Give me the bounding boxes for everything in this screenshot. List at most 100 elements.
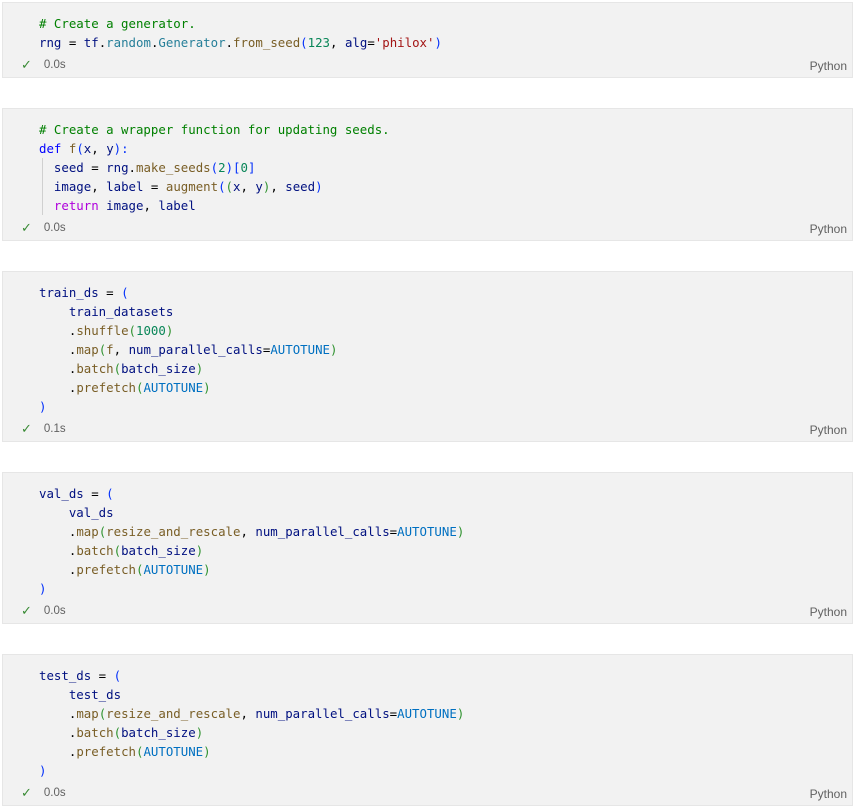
code-token: .: [39, 323, 77, 338]
code-token: ,: [240, 706, 256, 721]
code-cell-1[interactable]: # Create a generator. rng = tf.random.Gen…: [2, 2, 853, 78]
code-token: (: [113, 361, 122, 376]
code-token: ): [39, 763, 47, 778]
code-token: (: [113, 725, 122, 740]
code-token: .: [128, 160, 137, 175]
code-token: (: [106, 486, 114, 501]
code-token: ]: [247, 160, 256, 175]
code-token: batch: [76, 543, 114, 558]
code-line: .prefetch(AUTOTUNE): [39, 560, 464, 579]
code-token: # Create a generator.: [39, 16, 196, 31]
language-label[interactable]: Python: [810, 787, 847, 801]
code-token: num_parallel_calls: [128, 342, 263, 357]
code-token: 'philox': [374, 35, 435, 50]
cell-status: ✓ 0.1s: [21, 421, 66, 437]
code-token: tf: [83, 35, 99, 50]
code-token: ,: [91, 179, 107, 194]
code-token: ): [195, 725, 204, 740]
language-label[interactable]: Python: [810, 59, 847, 73]
language-label[interactable]: Python: [810, 423, 847, 437]
code-token: =: [389, 706, 398, 721]
cell-code[interactable]: # Create a wrapper function for updating…: [39, 120, 390, 215]
code-token: def: [39, 141, 62, 156]
code-line: .batch(batch_size): [39, 723, 464, 742]
code-token: .: [39, 744, 77, 759]
code-token: .: [39, 706, 77, 721]
code-token: rng: [39, 35, 62, 50]
cell-code[interactable]: train_ds = ( train_datasets .shuffle(100…: [39, 283, 337, 416]
cell-code[interactable]: # Create a generator. rng = tf.random.Gen…: [39, 14, 442, 52]
code-token: .: [39, 543, 77, 558]
code-token: resize_and_rescale: [106, 706, 241, 721]
code-line: test_ds = (: [39, 666, 464, 685]
code-line: seed = rng.make_seeds(2)[0]: [39, 158, 390, 177]
code-token: AUTOTUNE: [143, 744, 204, 759]
code-token: AUTOTUNE: [143, 562, 204, 577]
code-token: .: [39, 380, 77, 395]
code-token: prefetch: [76, 380, 136, 395]
code-token: image: [53, 179, 92, 194]
code-line: # Create a wrapper function for updating…: [39, 120, 390, 139]
code-cell-2[interactable]: # Create a wrapper function for updating…: [2, 108, 853, 241]
execution-time: 0.0s: [43, 222, 66, 234]
cell-code[interactable]: test_ds = ( test_ds .map(resize_and_resc…: [39, 666, 464, 780]
code-line: ): [39, 579, 464, 598]
language-label[interactable]: Python: [810, 222, 847, 236]
checkmark-icon: ✓: [21, 57, 32, 72]
code-cell-5[interactable]: test_ds = ( test_ds .map(resize_and_resc…: [2, 654, 853, 806]
code-token: resize_and_rescale: [106, 524, 241, 539]
code-token: 123: [307, 35, 331, 50]
code-line: .shuffle(1000): [39, 321, 337, 340]
code-cell-4[interactable]: val_ds = ( val_ds .map(resize_and_rescal…: [2, 472, 853, 624]
code-line: def f(x, y):: [39, 139, 390, 158]
checkmark-icon: ✓: [21, 603, 32, 618]
code-token: f: [106, 342, 114, 357]
code-token: ,: [240, 179, 256, 194]
code-token: batch_size: [121, 361, 196, 376]
code-line: .batch(batch_size): [39, 359, 337, 378]
code-token: ): [203, 744, 211, 759]
code-token: (: [210, 160, 219, 175]
code-token: label: [158, 198, 196, 213]
code-token: # Create a wrapper function for updating…: [39, 122, 390, 137]
code-token: .: [39, 524, 77, 539]
code-token: train_ds: [39, 285, 99, 300]
code-token: augment: [165, 179, 219, 194]
code-line: .map(resize_and_rescale, num_parallel_ca…: [39, 704, 464, 723]
code-token: ,: [143, 198, 159, 213]
code-line: test_ds: [39, 685, 464, 704]
code-token: test_ds: [68, 687, 122, 702]
code-token: AUTOTUNE: [143, 380, 204, 395]
code-token: =: [91, 668, 114, 683]
checkmark-icon: ✓: [21, 785, 32, 800]
language-label[interactable]: Python: [810, 605, 847, 619]
code-line: ): [39, 397, 337, 416]
code-token: prefetch: [76, 744, 136, 759]
code-token: map: [76, 524, 99, 539]
code-token: shuffle: [76, 323, 129, 338]
code-line: .map(resize_and_rescale, num_parallel_ca…: [39, 522, 464, 541]
code-token: test_ds: [39, 668, 92, 683]
cell-code[interactable]: val_ds = ( val_ds .map(resize_and_rescal…: [39, 484, 464, 598]
code-token: batch: [76, 725, 114, 740]
code-token: Generator: [158, 35, 226, 50]
code-token: seed: [285, 179, 316, 194]
code-token: ): [456, 706, 465, 721]
code-token: [: [233, 160, 241, 175]
code-token: 1000: [136, 323, 166, 338]
cell-status: ✓ 0.0s: [21, 603, 66, 619]
code-token: y: [255, 179, 263, 194]
code-line: val_ds: [39, 503, 464, 522]
code-token: ): [165, 323, 174, 338]
code-token: =: [367, 35, 375, 50]
code-cell-3[interactable]: train_ds = ( train_datasets .shuffle(100…: [2, 271, 853, 442]
code-token: image: [106, 198, 144, 213]
code-token: y: [106, 141, 114, 156]
code-token: random: [106, 35, 151, 50]
code-token: (: [225, 179, 234, 194]
code-token: AUTOTUNE: [397, 524, 457, 539]
